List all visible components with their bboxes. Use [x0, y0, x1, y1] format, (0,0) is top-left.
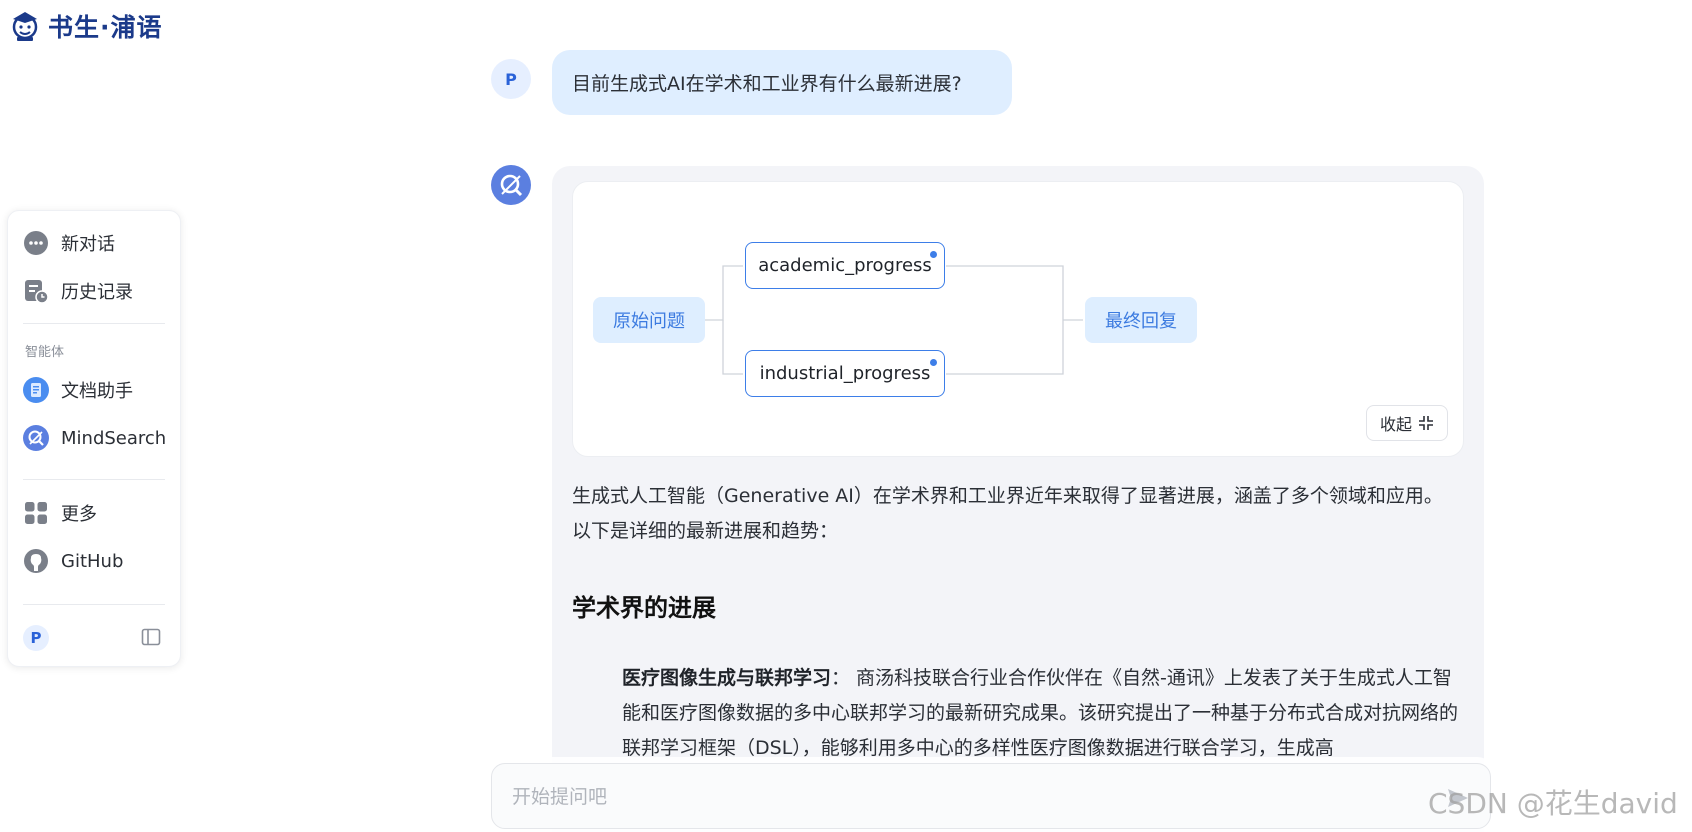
collapse-button[interactable]: 收起: [1366, 405, 1448, 441]
user-message-bubble: 目前生成式AI在学术和工业界有什么最新进展?: [552, 50, 1012, 115]
sidebar-toggle-icon[interactable]: [141, 627, 161, 647]
sidebar-item-mindsearch[interactable]: MindSearch: [23, 422, 166, 454]
github-icon: [24, 549, 48, 573]
watermark: CSDN @花生david: [1428, 787, 1678, 820]
sidebar-item-label: 文档助手: [61, 381, 133, 402]
sidebar-item-label: 新对话: [61, 234, 115, 255]
sidebar-divider: [23, 323, 165, 324]
sidebar-item-github[interactable]: GitHub: [23, 545, 123, 577]
chat-user-avatar: P: [491, 59, 531, 99]
graph-node-label: industrial_progress: [759, 363, 931, 384]
search-graph-card: 原始问题 academic_progress industrial_progre…: [572, 181, 1464, 457]
sidebar-item-history[interactable]: 历史记录: [23, 275, 133, 307]
mindsearch-avatar-icon: [491, 165, 531, 205]
answer-list-item: 医疗图像生成与联邦学习： 商汤科技联合行业合作伙伴在《自然-通讯》上发表了关于生…: [622, 661, 1464, 766]
sidebar-item-label: 历史记录: [61, 282, 133, 303]
answer-section-title: 学术界的进展: [572, 594, 716, 622]
graph-start-node[interactable]: 原始问题: [593, 297, 705, 343]
sidebar-item-new-chat[interactable]: 新对话: [23, 227, 115, 259]
sidebar-divider: [23, 604, 165, 605]
graph-edges: [705, 265, 1083, 375]
graph-end-node[interactable]: 最终回复: [1085, 297, 1197, 343]
grid-icon: [25, 502, 47, 524]
sidebar-item-label: MindSearch: [61, 427, 167, 449]
sidebar-divider: [23, 479, 165, 480]
chat-input-box: [491, 763, 1491, 829]
scholar-logo-icon: [12, 12, 38, 41]
sidebar-item-label: GitHub: [61, 550, 124, 572]
chat-bubble-icon: [24, 231, 48, 255]
answer-intro: 生成式人工智能（Generative AI）在学术界和工业界近年来取得了显著进展…: [572, 485, 1443, 542]
mindsearch-icon: [23, 425, 49, 451]
brand-logo[interactable]: 书生·浦语: [8, 8, 163, 44]
user-avatar[interactable]: P: [23, 625, 49, 651]
brand-name: 书生·浦语: [48, 13, 163, 42]
sidebar-item-label: 更多: [61, 504, 97, 525]
sidebar-item-more[interactable]: 更多: [23, 497, 97, 529]
node-status-dot: [930, 359, 937, 366]
graph-node-academic[interactable]: academic_progress: [745, 242, 945, 289]
sidebar: 新对话 历史记录 智能体 文档助手 MindSearch 更多 GitHub P: [7, 210, 181, 667]
history-icon: [25, 280, 49, 304]
node-status-dot: [930, 251, 937, 258]
graph-node-label: academic_progress: [758, 255, 932, 276]
list-item-title: 医疗图像生成与联邦学习: [622, 667, 832, 689]
collapse-label: 收起: [1379, 415, 1412, 434]
graph-node-industrial[interactable]: industrial_progress: [745, 350, 945, 397]
sidebar-item-doc-assistant[interactable]: 文档助手: [23, 374, 133, 406]
collapse-arrows-icon: [1419, 416, 1433, 430]
sidebar-section-label: 智能体: [25, 345, 65, 360]
chat-input[interactable]: [512, 782, 1412, 812]
doc-assistant-icon: [23, 377, 49, 403]
